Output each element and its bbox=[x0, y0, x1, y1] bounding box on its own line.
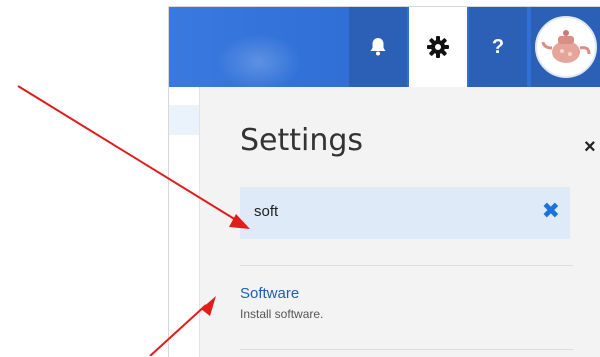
result-title-link[interactable]: Software bbox=[240, 285, 299, 302]
clear-search-icon[interactable]: ✖ bbox=[542, 200, 560, 222]
settings-button[interactable] bbox=[409, 7, 467, 87]
left-navigation bbox=[169, 87, 200, 357]
settings-panel: Settings × soft ✖ Software Install softw… bbox=[200, 87, 600, 357]
help-button[interactable]: ? bbox=[469, 7, 527, 87]
divider bbox=[240, 349, 573, 350]
divider bbox=[240, 265, 573, 266]
question-icon: ? bbox=[491, 35, 505, 58]
top-bar: ? bbox=[169, 7, 600, 87]
search-value: soft bbox=[254, 203, 279, 220]
profile-button[interactable] bbox=[531, 7, 600, 87]
avatar bbox=[535, 16, 597, 78]
selected-nav-item[interactable] bbox=[169, 105, 199, 135]
gear-icon bbox=[427, 36, 449, 58]
settings-search-input[interactable]: soft ✖ bbox=[240, 187, 570, 239]
banner-image bbox=[169, 7, 349, 87]
bell-icon bbox=[370, 38, 386, 56]
panel-title: Settings bbox=[240, 123, 364, 158]
notifications-button[interactable] bbox=[349, 7, 407, 87]
result-description: Install software. bbox=[240, 307, 324, 321]
teapot-avatar-icon bbox=[541, 30, 591, 63]
close-icon[interactable]: × bbox=[584, 137, 596, 157]
app-screenshot: ? Settings × soft ✖ Software Install sof… bbox=[168, 6, 600, 357]
